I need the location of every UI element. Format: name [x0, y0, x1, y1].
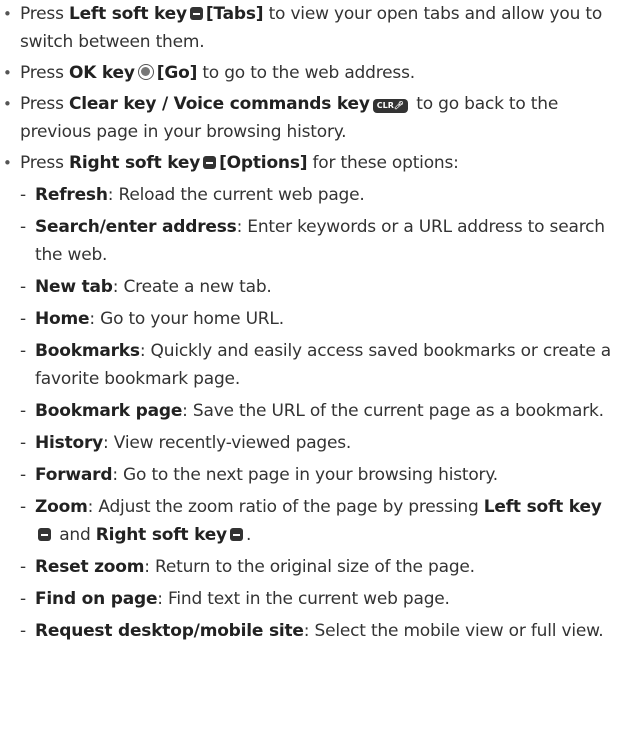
bullet-text: for these options:: [307, 153, 459, 173]
bullet-options: Press Right soft key [Options] for these …: [0, 149, 627, 645]
option-term: Zoom: [35, 497, 88, 517]
option-term: Request desktop/mobile site: [35, 621, 304, 641]
option-forward: Forward: Go to the next page in your bro…: [0, 461, 623, 489]
key-label: [Options]: [219, 153, 308, 173]
option-term: Forward: [35, 465, 113, 485]
option-desc: : Go to the next page in your browsing h…: [112, 465, 498, 485]
key-name: Right soft key: [95, 525, 227, 545]
option-desc: .: [245, 525, 252, 545]
browser-keys-list: Press Left soft key[Tabs] to view your o…: [0, 0, 627, 645]
bullet-text: Press: [20, 4, 69, 24]
bullet-text: Press: [20, 153, 69, 173]
option-desc: : Save the URL of the current page as a …: [182, 401, 604, 421]
option-desc: : Return to the original size of the pag…: [144, 557, 475, 577]
left-soft-key-icon: [38, 528, 51, 541]
option-bookmark-page: Bookmark page: Save the URL of the curre…: [0, 397, 623, 425]
key-label: [Go]: [156, 63, 198, 83]
option-term: New tab: [35, 277, 113, 297]
key-name: Left soft key: [68, 4, 187, 24]
key-label: [Tabs]: [205, 4, 264, 24]
option-home: Home: Go to your home URL.: [0, 305, 623, 333]
left-soft-key-icon: [189, 7, 203, 20]
bullet-tabs: Press Left soft key[Tabs] to view your o…: [0, 0, 627, 56]
option-term: Search/enter address: [35, 217, 237, 237]
option-term: History: [35, 433, 104, 453]
bullet-text: Press: [20, 94, 69, 114]
ok-key-icon: [137, 64, 154, 80]
option-zoom: Zoom: Adjust the zoom ratio of the page …: [0, 493, 623, 549]
right-soft-key-icon: [203, 156, 217, 169]
clr-icon-text: CLR: [376, 101, 394, 110]
option-reset-zoom: Reset zoom: Return to the original size …: [0, 553, 623, 581]
option-desc: : View recently-viewed pages.: [103, 433, 352, 453]
manual-page: Press Left soft key[Tabs] to view your o…: [0, 0, 627, 734]
option-term: Bookmark page: [35, 401, 183, 421]
option-new-tab: New tab: Create a new tab.: [0, 273, 623, 301]
option-term: Find on page: [35, 589, 158, 609]
key-name: Clear key / Voice commands key: [68, 94, 370, 114]
bullet-text: to go to the web address.: [197, 63, 415, 83]
option-desc: : Adjust the zoom ratio of the page by p…: [87, 497, 484, 517]
option-desc: : Go to your home URL.: [89, 309, 284, 329]
option-desc: and: [54, 525, 96, 545]
options-list: Refresh: Reload the current web page. Se…: [0, 181, 623, 645]
option-search: Search/enter address: Enter keywords or …: [0, 213, 623, 269]
bullet-back: Press Clear key / Voice commands keyCLR🎤…: [0, 90, 627, 146]
bullet-go: Press OK key [Go] to go to the web addres…: [0, 59, 627, 87]
key-name: OK key: [68, 63, 135, 83]
key-name: Left soft key: [483, 497, 602, 517]
option-find-on-page: Find on page: Find text in the current w…: [0, 585, 623, 613]
clear-voice-key-icon: CLR🎤︎: [372, 99, 409, 113]
option-term: Home: [35, 309, 90, 329]
option-refresh: Refresh: Reload the current web page.: [0, 181, 623, 209]
option-desc: : Find text in the current web page.: [157, 589, 450, 609]
option-desc: : Create a new tab.: [112, 277, 272, 297]
option-bookmarks: Bookmarks: Quickly and easily access sav…: [0, 337, 623, 393]
right-soft-key-icon: [229, 528, 243, 541]
option-term: Refresh: [35, 185, 108, 205]
key-name: Right soft key: [68, 153, 201, 173]
option-request-site: Request desktop/mobile site: Select the …: [0, 617, 623, 645]
option-term: Bookmarks: [35, 341, 140, 361]
bullet-text: Press: [20, 63, 69, 83]
option-term: Reset zoom: [35, 557, 145, 577]
option-desc: : Select the mobile view or full view.: [303, 621, 604, 641]
option-desc: : Reload the current web page.: [107, 185, 365, 205]
option-history: History: View recently-viewed pages.: [0, 429, 623, 457]
